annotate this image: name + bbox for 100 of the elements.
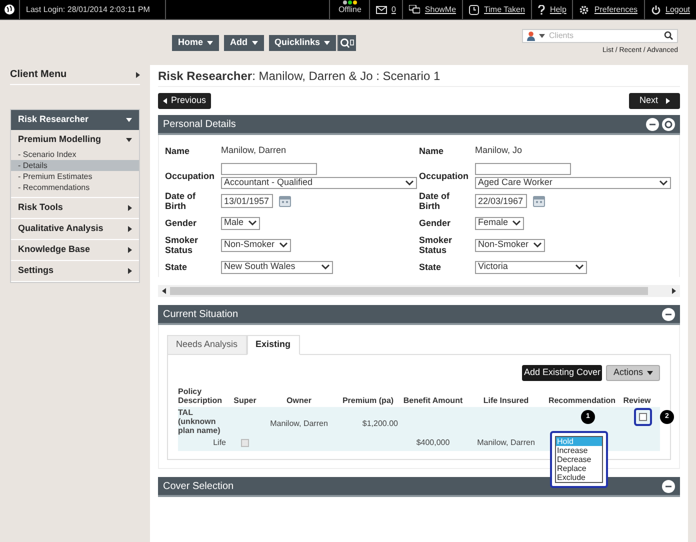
caret-icon bbox=[252, 40, 258, 44]
sidebar-item[interactable]: - Details bbox=[11, 160, 139, 171]
column-header: Review bbox=[622, 396, 652, 405]
settings-icon[interactable] bbox=[662, 118, 675, 130]
sidebar-group[interactable]: Knowledge Base bbox=[11, 244, 139, 256]
toolbar-link[interactable]: Time Taken bbox=[462, 0, 531, 19]
caret-icon bbox=[128, 205, 132, 211]
dropdown[interactable]: New South Wales bbox=[221, 260, 333, 274]
field-label: Occupation bbox=[419, 171, 469, 181]
occupation-select[interactable]: Accountant - Qualified bbox=[221, 177, 417, 189]
sidebar-group[interactable]: Risk Tools bbox=[11, 202, 139, 214]
dropdown[interactable]: Victoria bbox=[475, 260, 587, 274]
sidebar-header[interactable]: Risk Researcher bbox=[11, 110, 139, 130]
field-label: Gender bbox=[165, 218, 198, 228]
listbox-option[interactable]: Decrease bbox=[556, 455, 602, 464]
field-value: Manilow, Darren bbox=[221, 144, 286, 158]
caret-icon bbox=[672, 288, 676, 294]
dropdown[interactable]: Male bbox=[221, 216, 260, 230]
panel-title: Current Situation bbox=[163, 308, 238, 322]
nav-menu-button[interactable]: Add bbox=[224, 34, 264, 50]
collapse-icon[interactable] bbox=[662, 308, 675, 320]
field-label: Smoker Status bbox=[419, 235, 454, 255]
column-header: Premium (pa) bbox=[341, 396, 395, 405]
field-label: Name bbox=[419, 146, 445, 156]
horizontal-scrollbar[interactable] bbox=[158, 285, 680, 297]
column-header: Recommendation bbox=[547, 396, 617, 405]
sidebar-item[interactable]: - Scenario Index bbox=[11, 149, 139, 160]
date-field[interactable]: 13/01/1957 bbox=[221, 194, 273, 208]
listbox-option[interactable]: Replace bbox=[556, 464, 602, 473]
occupation-select[interactable]: Aged Care Worker bbox=[475, 177, 671, 189]
column-header: Life Insured bbox=[482, 396, 530, 405]
caret-icon bbox=[324, 40, 330, 44]
chevron-icon bbox=[321, 264, 330, 270]
caret-icon bbox=[666, 98, 670, 104]
occupation-search-field[interactable] bbox=[221, 163, 317, 175]
field-label: Smoker Status bbox=[165, 235, 200, 255]
sidebar-group[interactable]: Premium Modelling bbox=[11, 134, 139, 146]
search-icon[interactable] bbox=[664, 31, 673, 40]
toolbar-link[interactable]: Preferences bbox=[572, 0, 644, 19]
caret-icon bbox=[647, 371, 653, 375]
recommendation-listbox[interactable]: Hold Increase Decrease Replace Exclude bbox=[550, 431, 608, 488]
clock-icon bbox=[469, 4, 480, 14]
caret-icon bbox=[126, 138, 132, 142]
caret-icon bbox=[128, 226, 132, 232]
sidebar-group[interactable]: Settings bbox=[11, 265, 139, 277]
field-label: Gender bbox=[419, 218, 452, 228]
date-field[interactable]: 22/03/1967 bbox=[475, 194, 527, 208]
toolbar-link[interactable]: Logout bbox=[644, 0, 696, 19]
chevron-icon bbox=[512, 220, 522, 226]
review-checkbox[interactable] bbox=[639, 413, 647, 421]
table-cell-text: Manilow, Darren bbox=[476, 437, 536, 449]
search-button[interactable] bbox=[337, 34, 356, 50]
toolbar-link[interactable]: ShowMe bbox=[402, 0, 462, 19]
question-mark-icon bbox=[538, 4, 545, 14]
field-label: State bbox=[165, 262, 188, 272]
collapse-icon[interactable] bbox=[662, 480, 675, 492]
caret-icon bbox=[128, 268, 132, 274]
next-button[interactable]: Next bbox=[629, 93, 680, 109]
nav-menu-button[interactable]: Home bbox=[172, 34, 220, 50]
listbox-option[interactable]: Exclude bbox=[556, 473, 602, 482]
sidebar-item[interactable]: - Recommendations bbox=[11, 182, 139, 193]
messages-link[interactable]: 0 bbox=[369, 0, 402, 19]
field-label: Name bbox=[165, 146, 191, 156]
calendar-icon[interactable] bbox=[279, 195, 291, 207]
status-text: Offline bbox=[338, 5, 362, 15]
page-title: Risk Researcher: Manilow, Darren & Jo : Scenario 1 bbox=[158, 65, 680, 87]
person-icon bbox=[527, 30, 535, 41]
dropdown[interactable]: Female bbox=[475, 216, 524, 230]
table-cell-text: $1,200.00 bbox=[361, 418, 398, 430]
field-label: Date of Birth bbox=[165, 191, 197, 211]
field-label: State bbox=[419, 262, 442, 272]
caret-icon bbox=[162, 288, 166, 294]
calendar-icon[interactable] bbox=[533, 195, 545, 207]
actions-button[interactable]: Actions bbox=[606, 365, 660, 381]
sidebar-group[interactable]: Qualitative Analysis bbox=[11, 223, 139, 235]
previous-button[interactable]: Previous bbox=[158, 93, 212, 109]
caret-icon bbox=[539, 34, 545, 38]
sidebar-item[interactable]: - Premium Estimates bbox=[11, 171, 139, 182]
super-checkbox[interactable] bbox=[241, 439, 249, 447]
add-cover-button[interactable]: Add Existing Cover bbox=[522, 365, 602, 381]
tab[interactable]: Needs Analysis bbox=[167, 335, 247, 355]
occupation-search-field[interactable] bbox=[475, 163, 571, 175]
speech-bubbles-icon bbox=[408, 5, 420, 14]
caret-icon bbox=[136, 72, 140, 78]
listbox-option[interactable]: Increase bbox=[556, 446, 602, 455]
dropdown[interactable]: Non-Smoker bbox=[221, 238, 291, 252]
last-login-text: Last Login: 28/01/2014 2:03:11 PM bbox=[20, 0, 166, 19]
column-header: Owner bbox=[286, 396, 312, 405]
field-value: Manilow, Jo bbox=[475, 144, 522, 158]
caret-icon bbox=[128, 247, 132, 253]
caret-icon bbox=[163, 98, 167, 104]
tab[interactable]: Existing bbox=[246, 335, 300, 355]
nav-menu-button[interactable]: Quicklinks bbox=[268, 34, 336, 50]
panel-title: Cover Selection bbox=[163, 480, 234, 494]
collapse-icon[interactable] bbox=[646, 118, 659, 130]
chevron-icon bbox=[532, 242, 542, 248]
table-cell-text: $400,000 bbox=[415, 437, 451, 449]
chevron-icon bbox=[659, 180, 668, 186]
toolbar-link[interactable]: Help bbox=[530, 0, 572, 19]
dropdown[interactable]: Non-Smoker bbox=[475, 238, 545, 252]
